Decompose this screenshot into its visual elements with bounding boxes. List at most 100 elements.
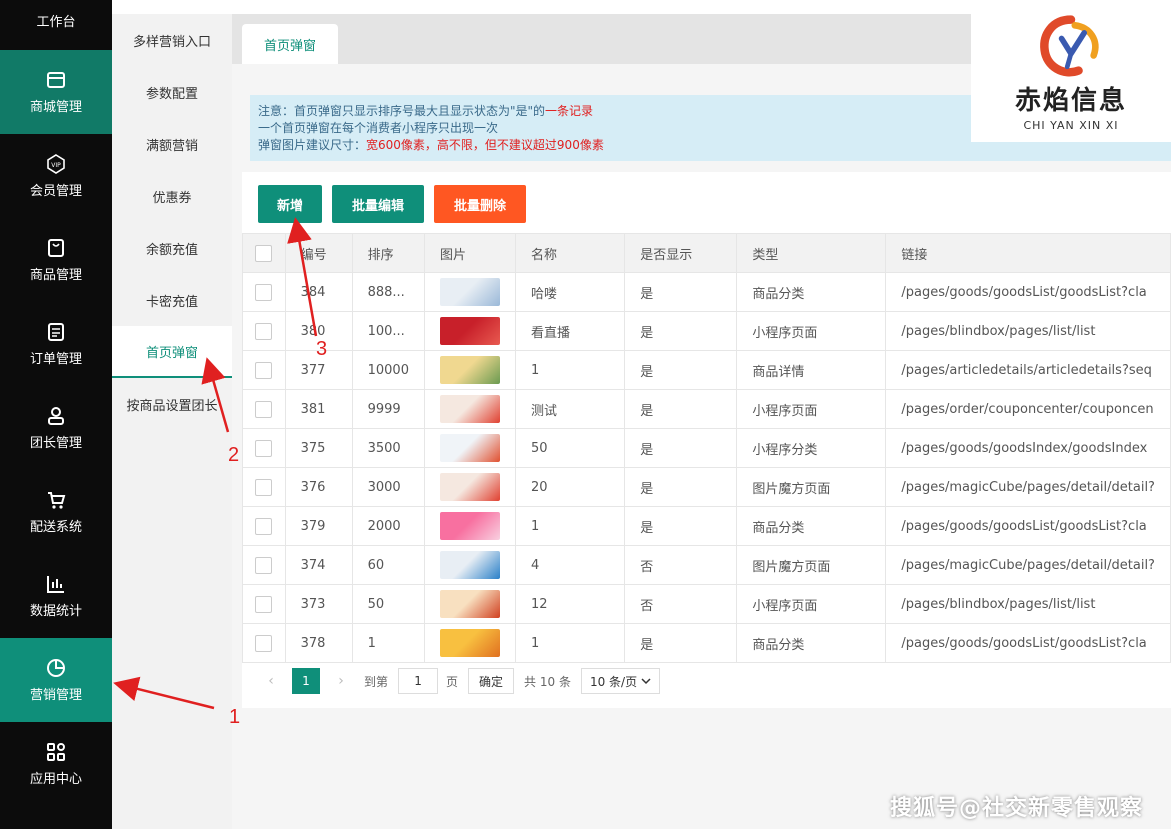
nav-item-apps[interactable]: 应用中心: [0, 722, 112, 806]
popup-thumbnail[interactable]: [439, 278, 500, 306]
table-row: 384 888... 哈喽是商品分类/pages/goods/goodsList/g…: [242, 272, 1171, 312]
col-header-id[interactable]: 编号: [284, 233, 353, 273]
cell-type: 商品分类: [736, 506, 887, 546]
popup-thumbnail[interactable]: [439, 395, 500, 423]
nav-item-leader[interactable]: 团长管理: [0, 386, 112, 470]
batch-edit-button[interactable]: 批量编辑: [332, 185, 424, 223]
nav-item-store[interactable]: 商城管理: [0, 50, 112, 134]
popup-thumbnail[interactable]: [439, 551, 500, 579]
cell-name: 测试: [514, 389, 626, 429]
table-row: 381 9999 测试是小程序页面/pages/order/couponcenter…: [242, 389, 1171, 429]
goto-confirm-button[interactable]: 确定: [468, 668, 515, 694]
cart-icon: [46, 490, 66, 510]
page-number-current[interactable]: 1: [292, 668, 320, 694]
popup-thumbnail[interactable]: [439, 317, 500, 345]
cell-show: 否: [624, 584, 738, 624]
nav-item-order[interactable]: 订单管理: [0, 302, 112, 386]
submenu-item-full-amount[interactable]: 满额营销: [112, 118, 232, 170]
cell-link: /pages/goods/goodsList/goodsList?cla: [885, 623, 1171, 663]
submenu-item-card[interactable]: 卡密充值: [112, 274, 232, 326]
row-checkbox[interactable]: [255, 361, 273, 379]
cell-link: /pages/goods/goodsList/goodsList?cla: [885, 272, 1171, 312]
row-checkbox[interactable]: [255, 517, 273, 535]
table-row: 376 3000 20 是图片魔方页面/pages/magicCube/pages/d…: [242, 467, 1171, 507]
page-unit-label: 页: [446, 674, 459, 689]
col-header-sort[interactable]: 排序: [351, 233, 425, 273]
page-size-select[interactable]: 10 条/页: [580, 668, 660, 694]
cell-show: 是: [624, 506, 738, 546]
cell-show: 是: [624, 350, 738, 390]
cell-type: 图片魔方页面: [736, 545, 887, 585]
table-row: 375 3500 50 是小程序分类/pages/goods/goodsIndex/g…: [242, 428, 1171, 468]
submenu-item-params[interactable]: 参数配置: [112, 66, 232, 118]
cell-id: 374: [284, 545, 353, 585]
row-select-cell: [242, 623, 286, 663]
chevron-down-icon: [641, 678, 651, 685]
cell-id: 375: [284, 428, 353, 468]
nav-label: 数据统计: [29, 603, 82, 619]
row-checkbox[interactable]: [255, 478, 273, 496]
cell-link: /pages/magicCube/pages/detail/detail?: [885, 467, 1171, 507]
cell-image: [423, 311, 516, 351]
row-select-cell: [242, 389, 286, 429]
popup-thumbnail[interactable]: [439, 434, 500, 462]
submenu-item-entry[interactable]: 多样营销入口: [112, 14, 232, 66]
table-header-row: 编号 排序 图片 名称 是否显示 类型 链接: [242, 233, 1171, 273]
cell-image: [423, 350, 516, 390]
cell-link: /pages/order/couponcenter/couponcen: [885, 389, 1171, 429]
apps-icon: [46, 742, 66, 762]
cell-sort: 3500: [351, 428, 425, 468]
goto-page-input[interactable]: 1: [398, 668, 439, 694]
prev-page-icon[interactable]: ‹: [258, 673, 284, 689]
submenu-item-leader-by-goods[interactable]: 按商品设置团长: [112, 378, 232, 430]
nav-item-member[interactable]: VIP 会员管理: [0, 134, 112, 218]
row-checkbox[interactable]: [255, 283, 273, 301]
nav-item-marketing[interactable]: 营销管理: [0, 638, 112, 722]
tab-home-popup[interactable]: 首页弹窗: [242, 24, 338, 64]
popup-thumbnail[interactable]: [439, 473, 500, 501]
cell-link: /pages/blindbox/pages/list/list: [885, 584, 1171, 624]
cell-image: [423, 467, 516, 507]
nav-label: 订单管理: [29, 351, 82, 367]
cell-sort: 3000: [351, 467, 425, 507]
row-checkbox[interactable]: [255, 322, 273, 340]
row-checkbox[interactable]: [255, 556, 273, 574]
nav-item-stats[interactable]: 数据统计: [0, 554, 112, 638]
cell-sort: 50: [351, 584, 425, 624]
cell-name: 4: [514, 545, 626, 585]
col-header-type: 类型: [736, 233, 887, 273]
nav-item-delivery[interactable]: 配送系统: [0, 470, 112, 554]
brand-logo: 赤焰信息 CHI YAN XIN XI: [971, 14, 1171, 142]
popup-thumbnail[interactable]: [439, 356, 500, 384]
cell-type: 商品分类: [736, 272, 887, 312]
cell-name: 1: [514, 623, 626, 663]
submenu-item-home-popup[interactable]: 首页弹窗: [112, 326, 232, 378]
row-checkbox[interactable]: [255, 595, 273, 613]
select-all-checkbox[interactable]: [255, 244, 273, 262]
popup-table: 编号 排序 图片 名称 是否显示 类型 链接 384 888... 哈喽是商品分类 /…: [242, 233, 1171, 663]
cell-type: 商品详情: [736, 350, 887, 390]
nav-item-goods[interactable]: 商品管理: [0, 218, 112, 302]
submenu-item-balance[interactable]: 余额充值: [112, 222, 232, 274]
nav-label: 会员管理: [29, 183, 82, 199]
row-checkbox[interactable]: [255, 439, 273, 457]
cell-image: [423, 623, 516, 663]
row-checkbox[interactable]: [255, 634, 273, 652]
batch-delete-button[interactable]: 批量删除: [434, 185, 526, 223]
next-page-icon[interactable]: ›: [328, 673, 354, 689]
popup-thumbnail[interactable]: [439, 512, 500, 540]
col-header-show: 是否显示: [624, 233, 738, 273]
popup-thumbnail[interactable]: [439, 629, 500, 657]
cell-link: /pages/magicCube/pages/detail/detail?: [885, 545, 1171, 585]
row-select-cell: [242, 584, 286, 624]
logo-text: 赤焰信息: [1014, 86, 1127, 116]
popup-thumbnail[interactable]: [439, 590, 500, 618]
add-button[interactable]: 新增: [258, 185, 322, 223]
cell-sort: 9999: [351, 389, 425, 429]
nav-label: 营销管理: [29, 687, 82, 703]
submenu-item-coupon[interactable]: 优惠券: [112, 170, 232, 222]
nav-item-dashboard[interactable]: 工作台: [0, 0, 112, 50]
watermark: 搜狐号@社交新零售观察: [890, 796, 1144, 821]
cell-id: 379: [284, 506, 353, 546]
row-checkbox[interactable]: [255, 400, 273, 418]
